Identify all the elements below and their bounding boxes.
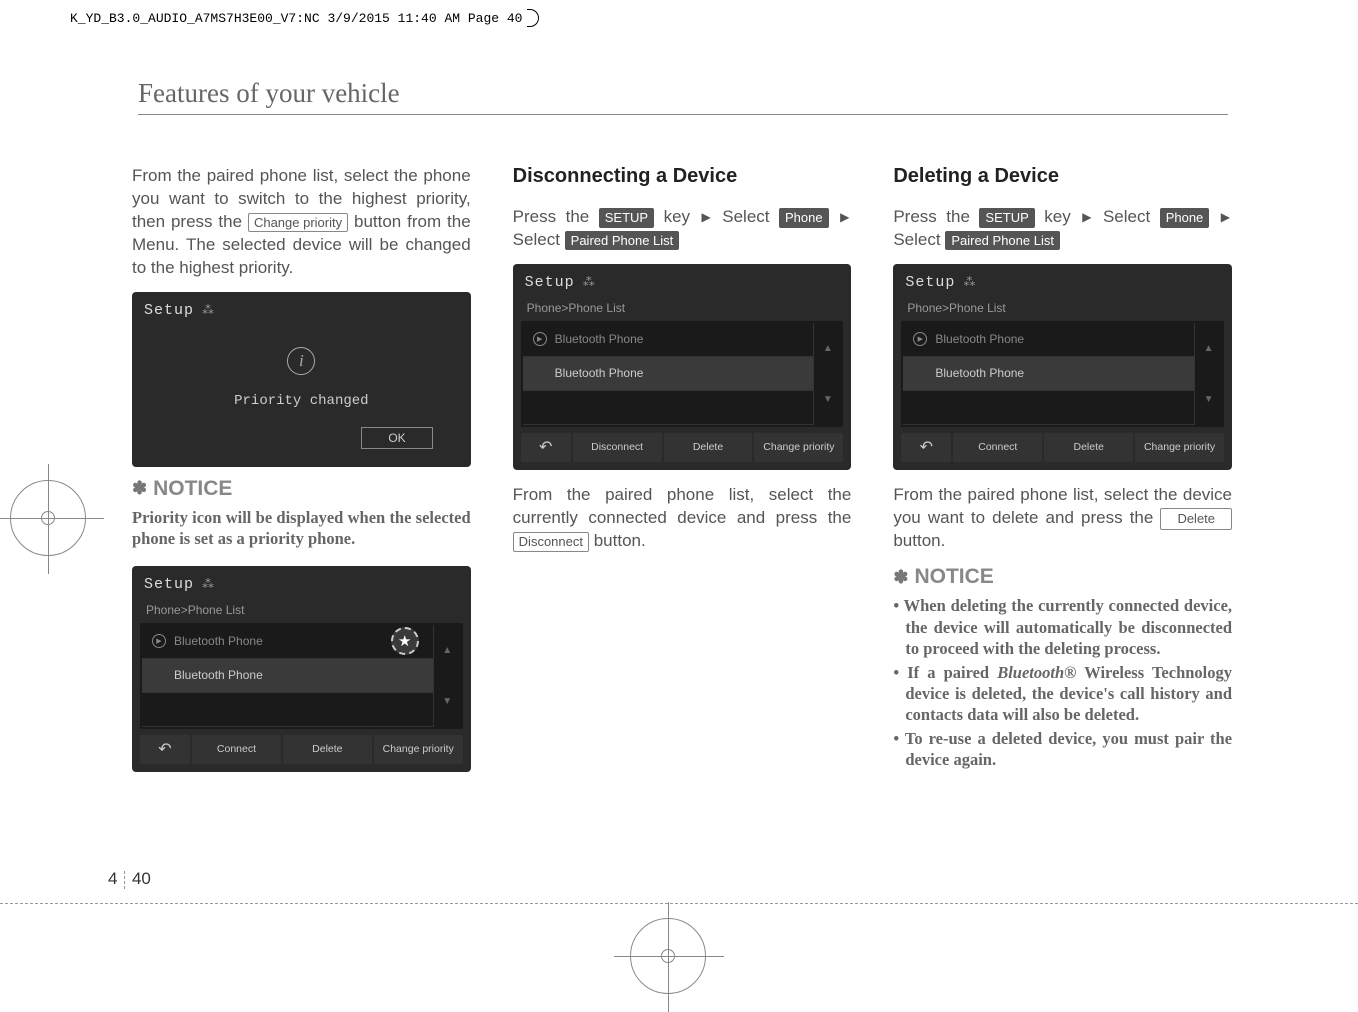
scroll-up-icon[interactable]: ▲ [1194, 323, 1222, 374]
notice-label: NOTICE [153, 477, 232, 501]
disconnect-inline-button[interactable]: Disconnect [513, 532, 589, 552]
connect-button[interactable]: Connect [953, 433, 1042, 463]
para-press-setup: Press the SETUP key ▶ Select Phone ▶ Sel… [513, 206, 852, 252]
screen-disconnect: Setup ⁂ Phone>Phone List ▶ Bluetooth Pho… [513, 264, 852, 471]
change-priority-button[interactable]: Change priority [374, 735, 463, 765]
page-number: 4 40 [108, 869, 151, 889]
heading-disconnecting: Disconnecting a Device [513, 165, 852, 188]
list-item-empty [903, 391, 1194, 425]
heading-deleting: Deleting a Device [893, 165, 1232, 188]
list-item[interactable]: ▶ Bluetooth Phone [903, 323, 1194, 357]
list-item[interactable]: Bluetooth Phone [903, 357, 1194, 391]
list-item[interactable]: Bluetooth Phone [523, 357, 814, 391]
footer-rule [0, 903, 1358, 904]
file-header-text: K_YD_B3.0_AUDIO_A7MS7H3E00_V7:NC 3/9/201… [70, 11, 522, 26]
setup-label: Setup [905, 274, 955, 291]
arrow-icon: ▶ [702, 209, 711, 225]
notice-item: When deleting the currently connected de… [893, 595, 1232, 659]
screen-phone-list-star: Setup ⁂ Phone>Phone List ▶ Bluetooth Pho… [132, 566, 471, 773]
notice-item: To re-use a deleted device, you must pai… [893, 728, 1232, 771]
phone-button[interactable]: Phone [779, 208, 829, 228]
delete-button[interactable]: Delete [664, 433, 753, 463]
crop-mark-left [10, 480, 86, 556]
breadcrumb: Phone>Phone List [901, 299, 1224, 317]
para-disconnect-instruction: From the paired phone list, select the c… [513, 484, 852, 553]
list-item-empty [142, 693, 433, 727]
column-2: Disconnecting a Device Press the SETUP k… [513, 165, 852, 782]
bluetooth-icon: ⁂ [963, 275, 975, 289]
breadcrumb: Phone>Phone List [140, 601, 463, 619]
star-icon: ★ [391, 627, 419, 655]
change-priority-button[interactable]: Change priority [1135, 433, 1224, 463]
setup-label: Setup [525, 274, 575, 291]
page-header: Features of your vehicle [138, 78, 1228, 115]
arrow-icon: ▶ [1082, 209, 1091, 225]
priority-changed-text: Priority changed [140, 393, 463, 409]
paired-phone-list-button[interactable]: Paired Phone List [565, 231, 680, 251]
notice-label: NOTICE [914, 565, 993, 589]
notice-heading: ✽ NOTICE [893, 565, 1232, 589]
play-icon: ▶ [913, 332, 927, 346]
delete-button[interactable]: Delete [1044, 433, 1133, 463]
scroll-down-icon[interactable]: ▼ [433, 676, 461, 727]
setup-label: Setup [144, 302, 194, 319]
screen-priority-changed: Setup ⁂ i Priority changed OK [132, 292, 471, 467]
page-header-title: Features of your vehicle [138, 78, 1228, 114]
arrow-icon: ▶ [840, 209, 849, 225]
crop-mark-bottom [630, 918, 706, 994]
notice-list: When deleting the currently connected de… [893, 595, 1232, 771]
scroll-down-icon[interactable]: ▼ [1194, 374, 1222, 425]
notice-item: If a paired Bluetooth® Wireless Technolo… [893, 662, 1232, 726]
scroll-down-icon[interactable]: ▼ [813, 374, 841, 425]
para-change-priority: From the paired phone list, select the p… [132, 165, 471, 280]
connect-button[interactable]: Connect [192, 735, 281, 765]
setup-key-button[interactable]: SETUP [979, 208, 1034, 228]
list-item[interactable]: ▶ Bluetooth Phone ★ [142, 625, 433, 659]
ok-button[interactable]: OK [361, 427, 432, 449]
play-icon: ▶ [533, 332, 547, 346]
para-press-setup: Press the SETUP key ▶ Select Phone ▶ Sel… [893, 206, 1232, 252]
back-button[interactable]: ↶ [901, 433, 951, 463]
disconnect-button[interactable]: Disconnect [573, 433, 662, 463]
bluetooth-icon: ⁂ [202, 303, 214, 317]
info-icon: i [287, 347, 315, 375]
play-icon: ▶ [152, 634, 166, 648]
breadcrumb: Phone>Phone List [521, 299, 844, 317]
notice-body: Priority icon will be displayed when the… [132, 507, 471, 550]
notice-marker: ✽ [893, 567, 908, 588]
setup-label: Setup [144, 576, 194, 593]
file-header: K_YD_B3.0_AUDIO_A7MS7H3E00_V7:NC 3/9/201… [70, 8, 539, 28]
back-button[interactable]: ↶ [521, 433, 571, 463]
change-priority-button[interactable]: Change priority [754, 433, 843, 463]
bluetooth-icon: ⁂ [583, 275, 595, 289]
file-header-bracket [527, 9, 539, 27]
notice-heading: ✽ NOTICE [132, 477, 471, 501]
column-1: From the paired phone list, select the p… [132, 165, 471, 782]
list-item[interactable]: ▶ Bluetooth Phone [523, 323, 814, 357]
bluetooth-icon: ⁂ [202, 577, 214, 591]
back-button[interactable]: ↶ [140, 735, 190, 765]
delete-button[interactable]: Delete [283, 735, 372, 765]
list-item-empty [523, 391, 814, 425]
delete-inline-button[interactable]: Delete [1160, 508, 1232, 530]
notice-marker: ✽ [132, 478, 147, 499]
column-3: Deleting a Device Press the SETUP key ▶ … [893, 165, 1232, 782]
setup-key-button[interactable]: SETUP [599, 208, 654, 228]
change-priority-button[interactable]: Change priority [248, 213, 348, 233]
para-delete-instruction: From the paired phone list, select the d… [893, 484, 1232, 553]
phone-button[interactable]: Phone [1160, 208, 1210, 228]
scroll-up-icon[interactable]: ▲ [433, 625, 461, 676]
paired-phone-list-button[interactable]: Paired Phone List [945, 231, 1060, 251]
list-item[interactable]: Bluetooth Phone [142, 659, 433, 693]
arrow-icon: ▶ [1221, 209, 1230, 225]
scroll-up-icon[interactable]: ▲ [813, 323, 841, 374]
screen-delete: Setup ⁂ Phone>Phone List ▶ Bluetooth Pho… [893, 264, 1232, 471]
